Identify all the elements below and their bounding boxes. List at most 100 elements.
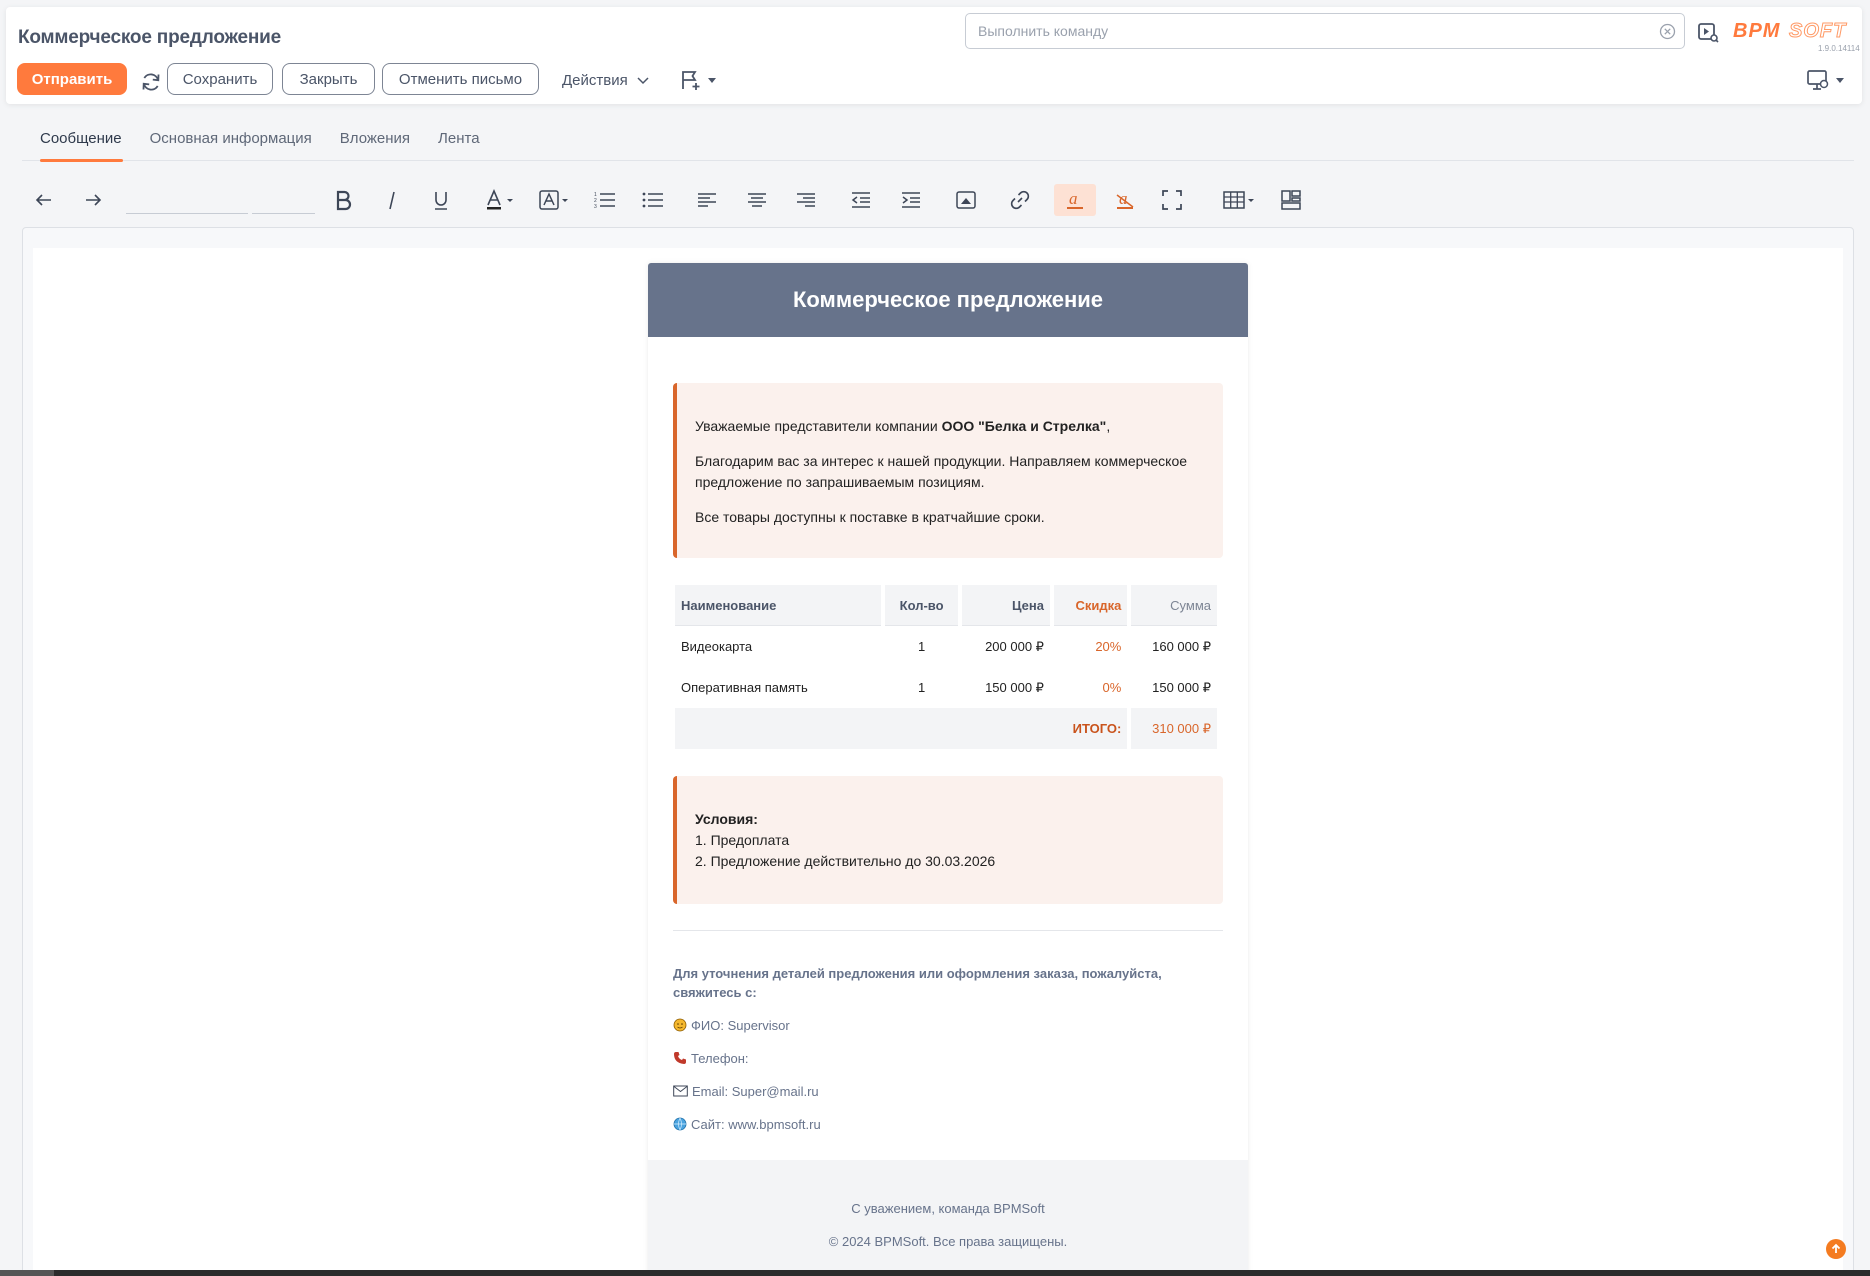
svg-text:a: a	[1069, 189, 1078, 208]
footer-regards: С уважением, команда BPMSoft	[851, 1201, 1045, 1216]
page-title: Коммерческое предложение	[18, 27, 281, 48]
cell-price: 150 000 ₽	[985, 679, 1044, 695]
save-button[interactable]: Сохранить	[167, 63, 273, 95]
fullscreen-icon[interactable]	[1159, 184, 1185, 216]
numbered-list-icon[interactable]: 123	[592, 184, 618, 216]
intro-text: Благодарим вас за интерес к нашей продук…	[695, 453, 1188, 490]
column-header-discount: Скидка	[1053, 585, 1128, 626]
editor-document[interactable]: Коммерческое предложение Уважаемые предс…	[33, 248, 1843, 1276]
arrow-up-icon	[1831, 1243, 1841, 1253]
total-value: 310 000 ₽	[1131, 708, 1217, 749]
font-color-icon[interactable]	[484, 184, 518, 216]
contact-text: Email: Super@mail.ru	[692, 1083, 819, 1099]
refresh-icon[interactable]	[139, 70, 163, 94]
align-right-icon[interactable]	[793, 184, 819, 216]
cell-sum: 160 000 ₽	[1152, 638, 1211, 654]
svg-text:BPM: BPM	[1733, 20, 1781, 42]
chevron-down-icon	[637, 77, 649, 85]
version-label: 1.9.0.14114	[1818, 44, 1860, 53]
tab-main-info[interactable]: Основная информация	[132, 118, 322, 161]
contact-text: Сайт: www.bpmsoft.ru	[691, 1116, 821, 1132]
tab-message[interactable]: Сообщение	[22, 118, 132, 162]
contact-item: ФИО: Supervisor	[673, 1015, 1223, 1035]
tab-bar: Сообщение Основная информация Вложения Л…	[22, 118, 1854, 162]
conditions-callout: Условия: 1. Предоплата 2. Предложение де…	[673, 776, 1223, 904]
availability-text: Все товары доступны к поставке в кратчай…	[695, 509, 1045, 525]
monitor-settings-icon	[1807, 70, 1829, 90]
font-size-field[interactable]	[252, 190, 315, 214]
image-icon[interactable]	[953, 184, 979, 216]
email-footer: С уважением, команда BPMSoft © 2024 BPMS…	[648, 1160, 1248, 1276]
column-header-price: Цена	[962, 585, 1050, 626]
background-color-icon[interactable]	[538, 184, 572, 216]
tab-attachments[interactable]: Вложения	[322, 118, 420, 161]
header-card: Коммерческое предложение BPM SOFT 1.9.0.1…	[6, 7, 1862, 104]
email-content: Коммерческое предложение Уважаемые предс…	[648, 263, 1248, 1276]
cell-discount: 0%	[1102, 680, 1122, 695]
bulleted-list-icon[interactable]	[640, 184, 666, 216]
redo-icon[interactable]	[81, 184, 105, 216]
column-header-name: Наименование	[675, 585, 881, 626]
clear-format-icon[interactable]: a	[1112, 184, 1138, 216]
total-row: ИТОГО: 310 000 ₽	[675, 708, 1217, 749]
bottom-bar-segment	[0, 1270, 54, 1276]
italic-icon[interactable]	[379, 184, 405, 216]
table-header-row: Наименование Кол-во Цена Скидка Сумма	[675, 585, 1217, 626]
command-input[interactable]	[978, 14, 1638, 48]
column-header-sum: Сумма	[1131, 585, 1217, 626]
condition-item: 1. Предоплата	[695, 832, 790, 848]
clear-icon[interactable]	[1659, 23, 1676, 40]
caret-down-icon	[1836, 78, 1844, 83]
bold-icon[interactable]	[330, 184, 356, 216]
contact-list: ФИО: Supervisor Телефон: Email: Super@ma…	[673, 1015, 1223, 1134]
offer-table: Наименование Кол-во Цена Скидка Сумма Ви…	[671, 585, 1221, 749]
underline-icon[interactable]	[428, 184, 454, 216]
undo-icon[interactable]	[32, 184, 56, 216]
outdent-icon[interactable]	[848, 184, 874, 216]
cell-name: Видеокарта	[681, 639, 753, 654]
editor-toolbar: 123 a a	[22, 180, 1862, 222]
greeting-line: Уважаемые представители компании ООО "Бе…	[695, 416, 1203, 437]
svg-text:SOFT: SOFT	[1789, 20, 1847, 42]
command-box[interactable]	[965, 13, 1685, 49]
table-row: Видеокарта 1 200 000 ₽ 20% 160 000 ₽	[675, 626, 1217, 667]
align-left-icon[interactable]	[694, 184, 720, 216]
conditions-title: Условия:	[695, 811, 758, 827]
align-center-icon[interactable]	[744, 184, 770, 216]
divider	[673, 930, 1223, 931]
indent-icon[interactable]	[898, 184, 924, 216]
link-icon[interactable]	[1007, 184, 1033, 216]
editor-frame: Коммерческое предложение Уважаемые предс…	[22, 227, 1854, 1276]
svg-text:a: a	[1119, 189, 1128, 208]
cell-qty: 1	[917, 639, 926, 654]
close-button[interactable]: Закрыть	[282, 63, 375, 95]
contact-item: Телефон:	[673, 1048, 1223, 1068]
condition-item: 2. Предложение действительно до 30.03.20…	[695, 853, 996, 869]
table-icon[interactable]	[1222, 184, 1258, 216]
contact-text: ФИО: Supervisor	[691, 1017, 790, 1033]
contact-text: Телефон:	[691, 1050, 749, 1066]
template-icon[interactable]	[1278, 184, 1304, 216]
highlight-icon[interactable]: a	[1054, 184, 1096, 216]
flag-menu-button[interactable]	[680, 67, 724, 93]
greeting-prefix: Уважаемые представители компании	[695, 418, 942, 434]
tab-feed[interactable]: Лента	[420, 118, 490, 161]
phone-icon	[674, 1052, 686, 1064]
cell-price: 200 000 ₽	[985, 638, 1044, 654]
actions-dropdown[interactable]: Действия	[562, 67, 650, 93]
total-label: ИТОГО:	[675, 708, 1128, 749]
cell-sum: 150 000 ₽	[1152, 679, 1211, 695]
column-header-qty: Кол-во	[884, 585, 959, 626]
greeting-suffix: ,	[1106, 418, 1111, 434]
scroll-to-top-button[interactable]	[1826, 1239, 1846, 1259]
envelope-icon	[673, 1085, 688, 1097]
send-button[interactable]: Отправить	[17, 63, 127, 95]
video-play-icon[interactable]	[1696, 20, 1720, 44]
font-family-field[interactable]	[126, 190, 248, 214]
cancel-email-button[interactable]: Отменить письмо	[382, 63, 539, 95]
svg-text:3: 3	[594, 204, 597, 210]
caret-down-icon	[708, 78, 716, 83]
cell-discount: 20%	[1095, 639, 1122, 654]
screen-settings-button[interactable]	[1806, 67, 1856, 93]
email-body: Уважаемые представители компании ООО "Бе…	[648, 337, 1248, 1134]
